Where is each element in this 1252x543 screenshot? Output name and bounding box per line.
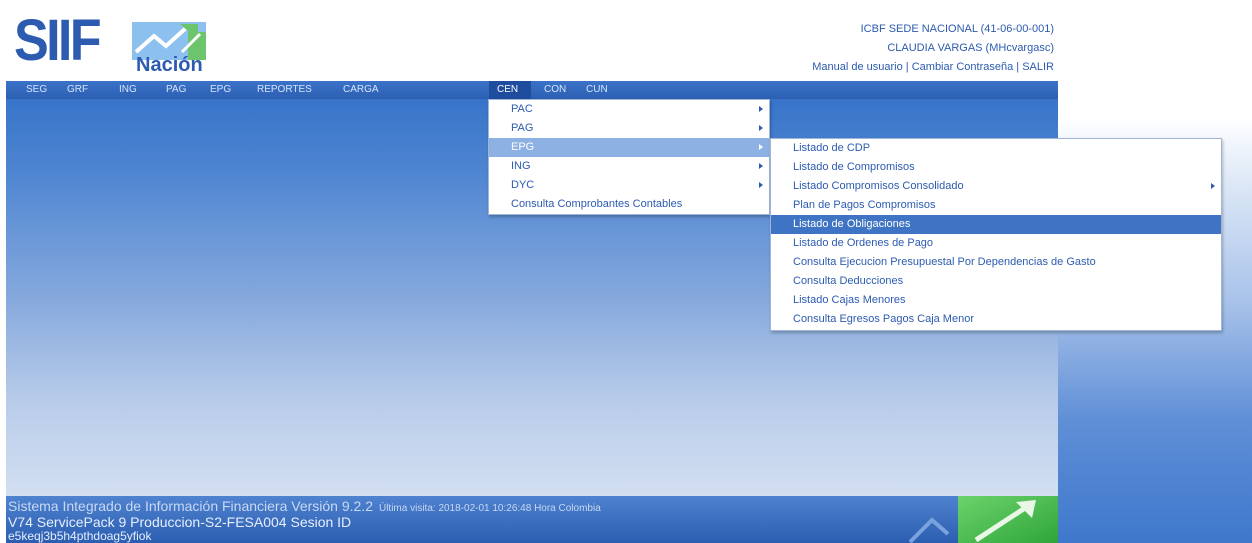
submenu-arrow-icon (759, 182, 763, 188)
menu-item-cen[interactable]: CEN (489, 81, 531, 100)
logout-link[interactable]: SALIR (1022, 61, 1054, 73)
footer-green-arrow-icon (974, 500, 1036, 543)
menu-item-pag[interactable]: PAG (158, 81, 194, 100)
user-info: ICBF SEDE NACIONAL (41-06-00-001) CLAUDI… (812, 20, 1054, 77)
link-separator: | (905, 61, 909, 73)
submenu-arrow-icon (759, 163, 763, 169)
submenu-arrow-icon (759, 106, 763, 112)
submenu-item-compromisos-consolidado[interactable]: Listado Compromisos Consolidado (771, 177, 1221, 196)
menu-item-con[interactable]: CON (536, 81, 574, 100)
footer-session-id: e5keqj3b5h4pthdoag5yfiok (8, 529, 152, 543)
submenu-item-label: PAC (511, 103, 533, 115)
footer-system-line: Sistema Integrado de Información Financi… (8, 498, 601, 514)
footer: Sistema Integrado de Información Financi… (6, 496, 1058, 543)
submenu-arrow-icon (1211, 183, 1215, 189)
header-links: Manual de usuario | Cambiar Contraseña |… (812, 58, 1054, 77)
submenu-item-pag[interactable]: PAG (489, 119, 769, 138)
change-password-link[interactable]: Cambiar Contraseña (912, 61, 1014, 73)
submenu-item-consulta-ejecucion[interactable]: Consulta Ejecucion Presupuestal Por Depe… (771, 253, 1221, 272)
menu-item-ing[interactable]: ING (111, 81, 145, 100)
header: SIIF Nación ICBF SEDE NACIONAL (41-06-00… (6, 0, 1058, 80)
submenu-item-epg[interactable]: EPG (489, 138, 769, 157)
submenu-cen: PAC PAG EPG ING DYC Consulta Comprobante… (488, 99, 770, 215)
submenu-item-listado-ordenes-pago[interactable]: Listado de Ordenes de Pago (771, 234, 1221, 253)
menu-item-cun[interactable]: CUN (578, 81, 616, 100)
system-name: Sistema Integrado de Información Financi… (8, 498, 373, 514)
submenu-item-consulta-deducciones[interactable]: Consulta Deducciones (771, 272, 1221, 291)
link-separator: | (1016, 61, 1020, 73)
user-label: CLAUDIA VARGAS (MHcvargasc) (887, 42, 1054, 54)
footer-arrow-decoration-icon (908, 517, 950, 543)
submenu-item-consulta-comprobantes[interactable]: Consulta Comprobantes Contables (489, 195, 769, 214)
page: SIIF Nación ICBF SEDE NACIONAL (41-06-00… (0, 0, 1252, 543)
submenu-item-listado-cdp[interactable]: Listado de CDP (771, 139, 1221, 158)
entity-label: ICBF SEDE NACIONAL (41-06-00-001) (860, 23, 1054, 35)
submenu-item-listado-compromisos[interactable]: Listado de Compromisos (771, 158, 1221, 177)
submenu-arrow-icon (759, 144, 763, 150)
submenu-item-label: Consulta Comprobantes Contables (511, 198, 683, 210)
submenu-item-ing[interactable]: ING (489, 157, 769, 176)
submenu-item-label: PAG (511, 122, 534, 134)
menu-item-grf[interactable]: GRF (59, 81, 96, 100)
submenu-item-label: EPG (511, 141, 535, 153)
last-visit: Última visita: 2018-02-01 10:26:48 Hora … (378, 503, 601, 514)
footer-version: V74 ServicePack 9 Produccion-S2-FESA004 … (8, 514, 352, 530)
submenu-item-listado-cajas-menores[interactable]: Listado Cajas Menores (771, 291, 1221, 310)
submenu-item-plan-pagos[interactable]: Plan de Pagos Compromisos (771, 196, 1221, 215)
submenu-arrow-icon (759, 125, 763, 131)
menu-item-epg[interactable]: EPG (202, 81, 239, 100)
manual-link[interactable]: Manual de usuario (812, 61, 903, 73)
menu-item-seg[interactable]: SEG (18, 81, 55, 100)
siif-logo[interactable]: SIIF Nación (14, 8, 209, 76)
submenu-epg: Listado de CDP Listado de Compromisos Li… (770, 138, 1222, 331)
submenu-item-label: ING (511, 160, 531, 172)
main-menubar: SEG GRF ING PAG EPG REPORTES CARGA CEN C… (6, 80, 1058, 100)
submenu-item-label: DYC (511, 179, 535, 191)
submenu-item-consulta-egresos[interactable]: Consulta Egresos Pagos Caja Menor (771, 310, 1221, 329)
footer-green-panel (958, 496, 1058, 543)
logo-subtext: Nación (136, 54, 203, 76)
logo-text: SIIF (14, 8, 102, 73)
menu-item-reportes[interactable]: REPORTES (249, 81, 320, 100)
menu-item-carga[interactable]: CARGA (335, 81, 387, 100)
submenu-item-listado-obligaciones[interactable]: Listado de Obligaciones (771, 215, 1221, 234)
submenu-item-dyc[interactable]: DYC (489, 176, 769, 195)
submenu-item-pac[interactable]: PAC (489, 100, 769, 119)
submenu-item-label: Listado Compromisos Consolidado (793, 180, 964, 192)
